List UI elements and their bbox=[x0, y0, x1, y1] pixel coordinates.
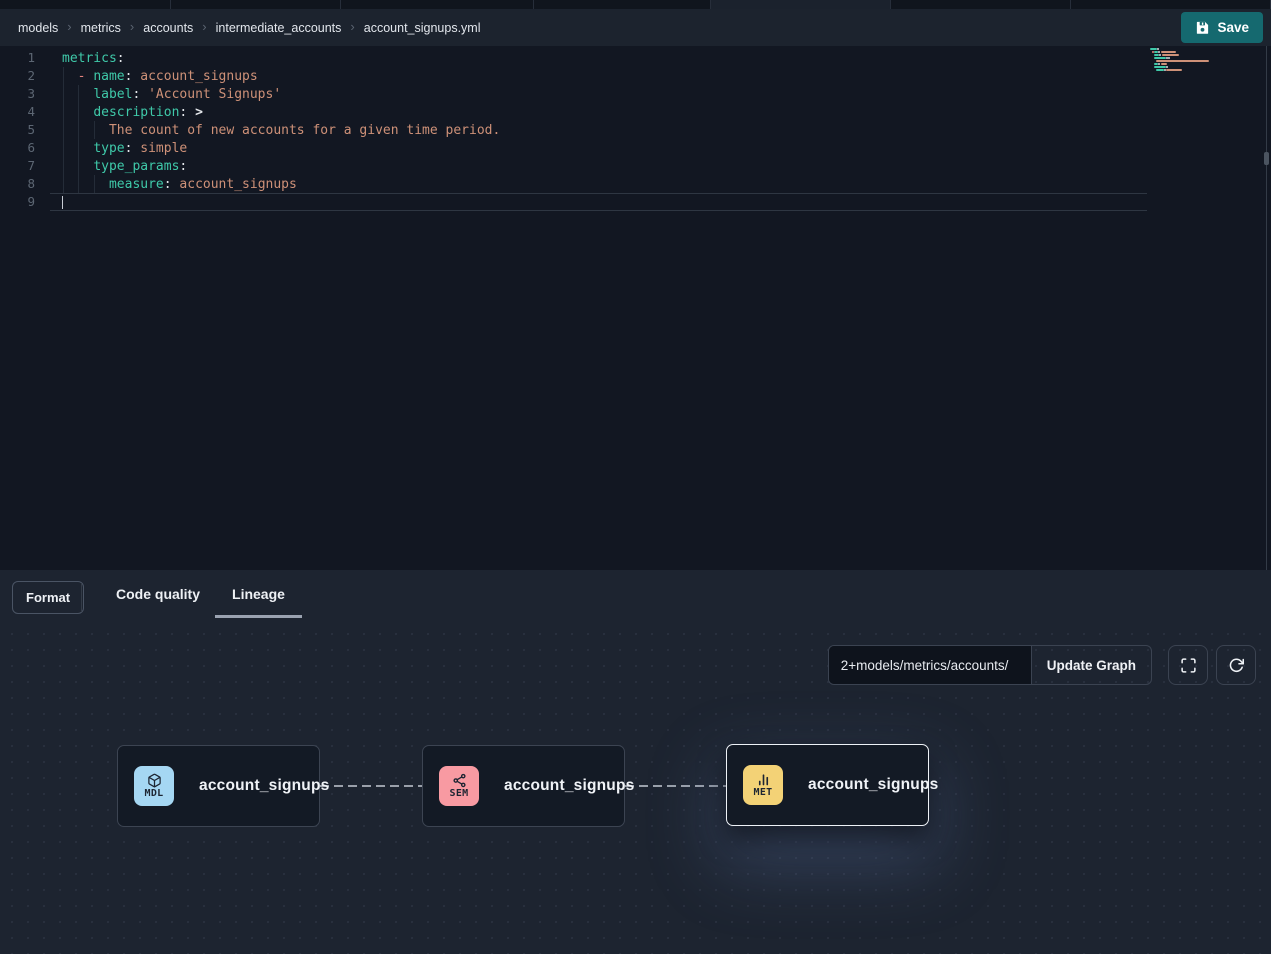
breadcrumb-item: intermediate_accounts bbox=[216, 21, 342, 35]
update-graph-button[interactable]: Update Graph bbox=[1031, 646, 1151, 684]
node-label: account_signups bbox=[199, 777, 329, 795]
editor-scrollbar-thumb[interactable] bbox=[1264, 152, 1269, 165]
ide-window: models › metrics › accounts › intermediate_acc… bbox=[0, 0, 1271, 954]
code-line-2[interactable]: 2 - name: account_signups bbox=[0, 67, 1271, 85]
code-line-content: - name: account_signups bbox=[50, 67, 1147, 85]
fullscreen-button[interactable] bbox=[1168, 645, 1208, 685]
code-line-1[interactable]: 1 metrics: bbox=[0, 49, 1271, 67]
code-line-content: label: 'Account Signups' bbox=[50, 85, 1147, 103]
code-line-9[interactable]: 9 bbox=[0, 193, 1271, 211]
minimap-line bbox=[1150, 72, 1214, 75]
save-button-label: Save bbox=[1217, 20, 1249, 35]
chevron-right-icon: › bbox=[67, 20, 71, 33]
lineage-node-met[interactable]: METaccount_signups bbox=[726, 744, 929, 826]
save-icon bbox=[1195, 20, 1210, 35]
code-line-5[interactable]: 5 The count of new accounts for a given … bbox=[0, 121, 1271, 139]
bottom-panel: Format Code qualityLineage Update Graph bbox=[0, 570, 1271, 954]
code-line-8[interactable]: 8 measure: account_signups bbox=[0, 175, 1271, 193]
top-tab-segment[interactable] bbox=[711, 0, 891, 9]
lineage-controls: Update Graph bbox=[828, 645, 1256, 685]
chevron-right-icon: › bbox=[350, 20, 354, 33]
panel-tabs: Code qualityLineage bbox=[102, 570, 299, 618]
line-number: 5 bbox=[0, 121, 44, 139]
node-label: account_signups bbox=[504, 777, 634, 795]
text-cursor bbox=[62, 196, 63, 209]
chevron-right-icon: › bbox=[202, 20, 206, 33]
top-tab-segment[interactable] bbox=[171, 0, 341, 9]
line-number: 2 bbox=[0, 67, 44, 85]
node-label: account_signups bbox=[808, 776, 938, 794]
breadcrumb-item: models bbox=[18, 21, 58, 35]
breadcrumb: models › metrics › accounts › intermediate_acc… bbox=[18, 21, 1181, 35]
code-line-content: type_params: bbox=[50, 157, 1147, 175]
top-tab-segment[interactable] bbox=[534, 0, 711, 9]
top-tab-strip bbox=[0, 0, 1271, 9]
line-number: 3 bbox=[0, 85, 44, 103]
code-line-4[interactable]: 4 description: > bbox=[0, 103, 1271, 121]
selector-group: Update Graph bbox=[828, 645, 1152, 685]
cube-icon: MDL bbox=[134, 766, 174, 806]
lineage-node-sem[interactable]: SEMaccount_signups bbox=[422, 745, 625, 827]
line-number: 8 bbox=[0, 175, 44, 193]
code-line-3[interactable]: 3 label: 'Account Signups' bbox=[0, 85, 1271, 103]
code-line-content: type: simple bbox=[50, 139, 1147, 157]
line-number: 6 bbox=[0, 139, 44, 157]
line-number: 9 bbox=[0, 193, 44, 211]
save-button[interactable]: Save bbox=[1181, 12, 1263, 43]
code-line-content: description: > bbox=[50, 103, 1147, 121]
top-tab-segment[interactable] bbox=[891, 0, 1071, 9]
chevron-right-icon: › bbox=[130, 20, 134, 33]
code-line-content: metrics: bbox=[50, 49, 1147, 67]
code-line-7[interactable]: 7 type_params: bbox=[0, 157, 1271, 175]
code-line-content: measure: account_signups bbox=[50, 175, 1147, 193]
breadcrumb-item: accounts bbox=[143, 21, 193, 35]
lineage-node-mdl[interactable]: MDLaccount_signups bbox=[117, 745, 320, 827]
tabbar-divider bbox=[81, 583, 82, 612]
node-type-label: MDL bbox=[145, 789, 164, 799]
node-type-label: MET bbox=[754, 788, 773, 798]
code-editor[interactable]: 1metrics:2 - name: account_signups3 labe… bbox=[0, 46, 1271, 570]
code-line-content: The count of new accounts for a given ti… bbox=[50, 121, 1147, 139]
refresh-graph-button[interactable] bbox=[1216, 645, 1256, 685]
semantic-graph-icon: SEM bbox=[439, 766, 479, 806]
line-number: 7 bbox=[0, 157, 44, 175]
file-header-bar: models › metrics › accounts › intermediate_acc… bbox=[0, 9, 1271, 46]
lineage-canvas[interactable]: Update Graph bbox=[0, 632, 1271, 954]
code-line-content bbox=[50, 193, 1147, 211]
code-line-6[interactable]: 6 type: simple bbox=[0, 139, 1271, 157]
top-tab-segment[interactable] bbox=[1071, 0, 1271, 9]
breadcrumb-item: metrics bbox=[81, 21, 121, 35]
line-number: 1 bbox=[0, 49, 44, 67]
fullscreen-icon bbox=[1180, 657, 1197, 674]
top-tab-segment[interactable] bbox=[341, 0, 534, 9]
bar-chart-icon: MET bbox=[743, 765, 783, 805]
editor-scrollbar-track bbox=[1266, 46, 1267, 570]
format-button[interactable]: Format bbox=[12, 581, 84, 614]
tab-code-quality[interactable]: Code quality bbox=[102, 570, 214, 618]
node-type-label: SEM bbox=[450, 789, 469, 799]
minimap[interactable] bbox=[1150, 48, 1214, 75]
line-number: 4 bbox=[0, 103, 44, 121]
tab-lineage[interactable]: Lineage bbox=[218, 570, 299, 618]
refresh-icon bbox=[1228, 657, 1245, 674]
top-tab-segment[interactable] bbox=[0, 0, 171, 9]
breadcrumb-item: account_signups.yml bbox=[364, 21, 481, 35]
lineage-selector-input[interactable] bbox=[829, 646, 1031, 684]
